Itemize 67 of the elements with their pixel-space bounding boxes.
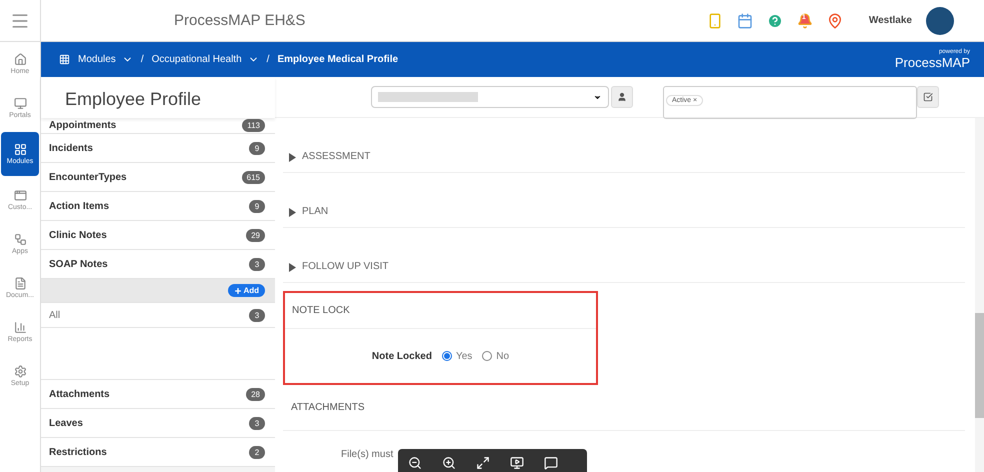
add-button[interactable]: Add [228,284,265,297]
list-item-label[interactable]: Incidents [49,142,93,154]
section-title: ATTACHMENTS [283,385,965,431]
fullscreen-button[interactable] [476,456,490,470]
list-item-label[interactable]: Leaves [49,418,83,428]
bell-icon[interactable] [796,12,813,28]
list-item-label[interactable]: Attachments [49,388,110,400]
breadcrumb-link[interactable]: Employee Medical Profile [277,54,398,65]
document-icon [14,277,26,290]
list-item-label[interactable]: Action Items [49,200,110,212]
caret-icon[interactable] [289,263,296,272]
zoom-in-button[interactable] [442,456,456,470]
count-badge: 2 [249,446,265,458]
check-button[interactable] [917,86,939,108]
zoom-out-button[interactable] [408,456,422,470]
count-badge: 3 [249,308,265,322]
breadcrumb-separator: / [266,54,270,65]
calendar-icon[interactable] [736,12,753,28]
count-badge: 3 [249,258,265,270]
comment-button[interactable] [544,456,558,470]
list-item-label[interactable]: EncounterTypes [49,172,127,182]
list-item-label[interactable]: All [49,310,60,320]
breadcrumb-separator: / [140,54,144,65]
count-badge: 615 [242,170,265,184]
section-header[interactable]: ASSESSMENT [302,151,370,162]
chart-icon [14,321,26,334]
section-header[interactable]: FOLLOW UP VISIT [302,261,388,272]
radio-option[interactable]: Yes [442,350,472,362]
plus-icon [234,286,242,294]
radio-option[interactable]: No [482,350,510,362]
monitor-icon [14,97,26,110]
list-item-label[interactable]: Clinic Notes [49,230,107,240]
home-icon [14,53,26,66]
list-item-label[interactable]: Restrictions [49,446,107,458]
location-pin-icon[interactable] [826,12,843,28]
field-label: Note Locked [372,350,432,362]
scrollbar[interactable] [975,118,984,472]
page-title: Employee Profile [41,77,275,118]
breadcrumb-link[interactable]: Occupational Health [152,54,259,65]
present-button[interactable] [510,456,524,470]
count-badge: 29 [246,228,265,242]
nodes-icon [14,233,26,246]
user-avatar[interactable] [926,6,954,34]
list-item-label[interactable]: Appointments [49,120,116,131]
count-badge: 3 [249,416,265,430]
person-button[interactable] [611,86,633,108]
section-header[interactable]: PLAN [302,206,328,217]
checkbox-icon [923,92,933,102]
caret-icon[interactable] [289,153,296,162]
list-item-label[interactable]: SOAP Notes [49,258,108,270]
count-badge: 9 [249,142,265,154]
count-badge: 9 [249,200,265,212]
user-name[interactable]: Westlake [868,15,912,26]
count-badge: 28 [246,388,265,400]
help-icon[interactable] [766,12,783,28]
hint-text: File(s) must [340,448,394,460]
settings-icon [14,365,26,378]
breadcrumb-link[interactable]: Modules [78,54,133,65]
grid-icon [59,54,70,65]
window-icon [14,189,26,202]
brand-logo: ProcessMAP [894,55,970,70]
grid-icon [14,143,26,156]
count-badge: 113 [242,119,265,132]
caret-icon[interactable] [289,208,296,217]
person-icon [617,92,627,102]
app-title: ProcessMAP EH&S [174,12,306,29]
section-title: NOTE LOCK [285,293,596,329]
